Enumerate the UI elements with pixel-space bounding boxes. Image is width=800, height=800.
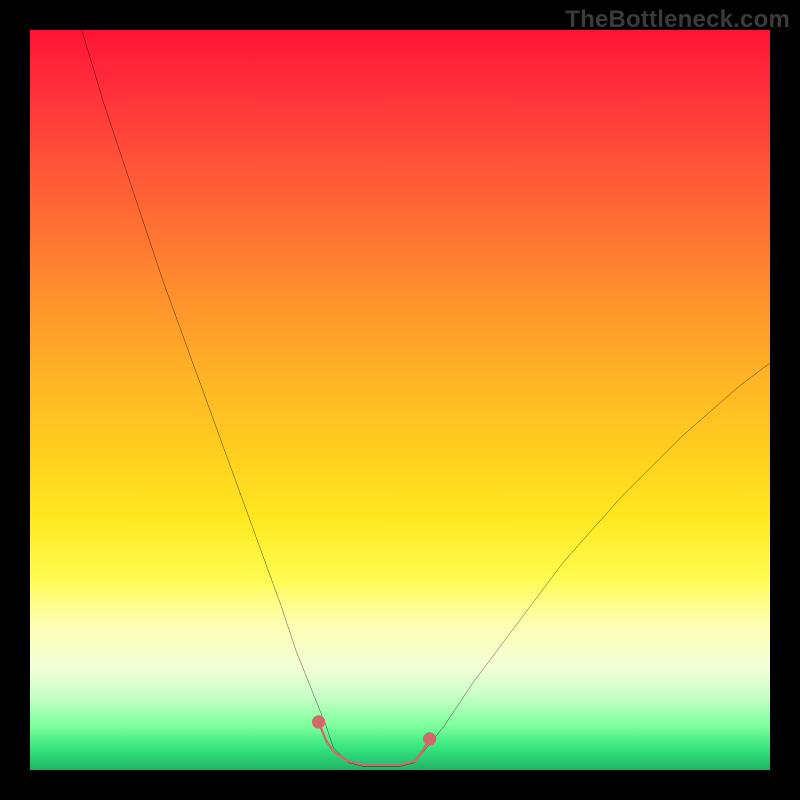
- highlight-curve-path: [319, 722, 430, 765]
- chart-frame: TheBottleneck.com: [0, 0, 800, 800]
- curve-svg: [30, 30, 770, 770]
- highlight-dot-right: [423, 732, 436, 745]
- main-curve-path: [82, 30, 770, 766]
- highlight-dot-left: [312, 715, 325, 728]
- plot-area: [30, 30, 770, 770]
